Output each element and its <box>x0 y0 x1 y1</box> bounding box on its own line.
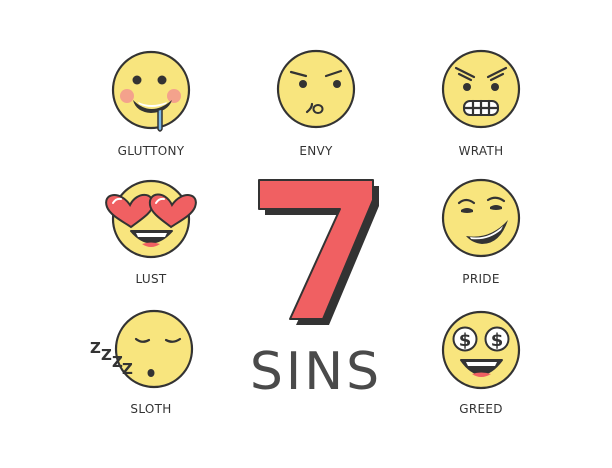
gluttony-right-eye <box>157 75 167 85</box>
zzz-4: Z <box>122 360 133 378</box>
sloth-label: SLOTH <box>130 402 171 416</box>
lust-emoji: LUST <box>105 179 197 286</box>
pride-label: PRIDE <box>462 272 499 286</box>
wrath-left-eye <box>463 83 471 91</box>
big-seven: 7 <box>258 179 379 325</box>
wrath-emoji: WRATH <box>441 49 521 158</box>
gluttony-left-cheek <box>120 89 134 103</box>
greed-label: GREED <box>459 402 503 416</box>
greed-emoji: $ $ GREED <box>441 310 521 416</box>
zzz-2: Z <box>101 346 112 364</box>
envy-left-eye <box>299 80 307 88</box>
pride-face-icon <box>441 178 521 258</box>
drool-icon <box>157 108 163 132</box>
zzz-1: Z <box>90 339 101 357</box>
envy-emoji: ENVY <box>276 49 356 158</box>
right-dollar-icon: $ <box>491 330 504 351</box>
gluttony-label: GLUTTONY <box>118 144 185 158</box>
gluttony-emoji: GLUTTONY <box>111 50 191 158</box>
wrath-label: WRATH <box>459 144 504 158</box>
gluttony-left-eye <box>132 75 142 85</box>
pride-emoji: PRIDE <box>441 178 521 286</box>
envy-label: ENVY <box>299 144 333 158</box>
sins-title: SINS <box>250 342 382 402</box>
wrath-right-eye <box>491 83 499 91</box>
envy-face-icon <box>276 49 356 129</box>
seven-sins-illustration: GLUTTONY ENVY WRATH LUST SINS PRIDE Z Z … <box>90 49 521 416</box>
envy-right-eye <box>333 80 341 88</box>
sloth-emoji: Z Z Z Z SLOTH <box>90 309 194 416</box>
sloth-mouth <box>147 369 155 377</box>
gluttony-right-cheek <box>167 89 181 103</box>
lust-label: LUST <box>135 272 166 286</box>
left-dollar-icon: $ <box>459 330 472 351</box>
